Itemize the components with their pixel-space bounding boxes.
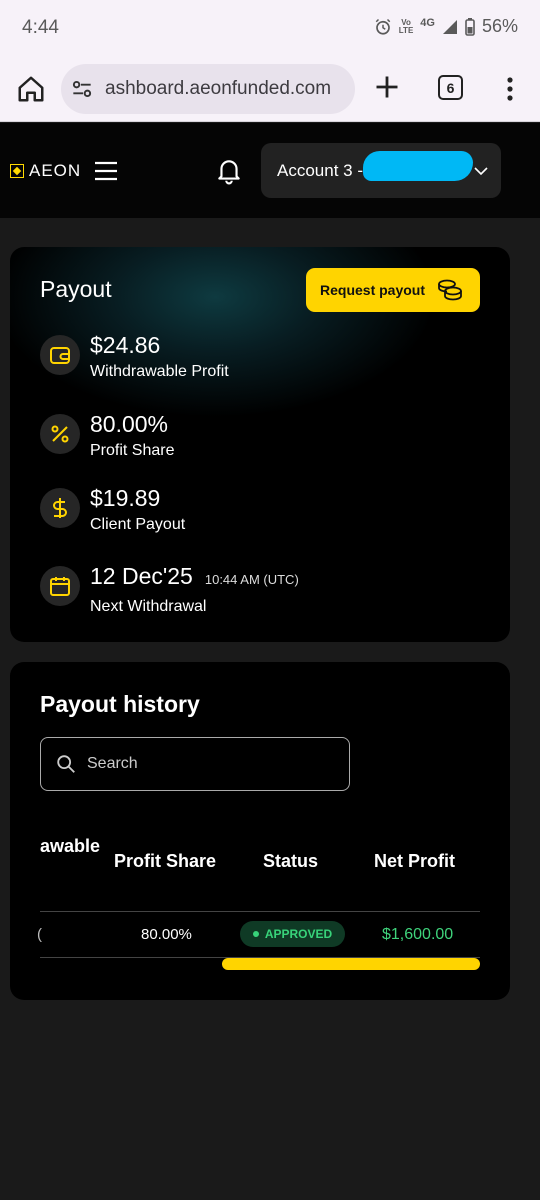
url-text[interactable]: ashboard.aeonfunded.com xyxy=(105,78,331,100)
request-payout-label: Request payout xyxy=(320,282,426,298)
more-options-icon[interactable] xyxy=(500,75,520,103)
stat-label: Withdrawable Profit xyxy=(90,363,229,380)
hamburger-menu-icon[interactable] xyxy=(94,161,118,181)
tab-switcher-button[interactable]: 6 xyxy=(438,75,463,100)
stat-client-payout: $19.89 Client Payout xyxy=(40,484,185,536)
status-badge: APPROVED xyxy=(240,921,345,947)
search-field[interactable] xyxy=(40,737,350,791)
payout-title: Payout xyxy=(40,276,112,302)
battery-icon xyxy=(465,17,475,36)
calendar-icon xyxy=(50,577,70,596)
stat-withdrawable-profit: $24.86 Withdrawable Profit xyxy=(40,331,229,383)
redaction-mark xyxy=(363,151,473,181)
cell-net-profit: $1,600.00 xyxy=(382,926,454,943)
payout-history-card: Payout history awable Profit Share Statu… xyxy=(10,662,510,1000)
stat-label: Client Payout xyxy=(90,516,186,533)
stat-label: Profit Share xyxy=(90,442,175,459)
stat-value: 12 Dec'25 xyxy=(90,563,193,589)
header-divider xyxy=(40,911,480,912)
stat-value: $19.89 xyxy=(90,485,161,511)
wallet-icon xyxy=(50,347,70,364)
volte-indicator: Vo LTE xyxy=(398,17,414,35)
signal-icon xyxy=(442,19,457,34)
percent-icon xyxy=(51,425,69,443)
cell-profit-share: 80.00% xyxy=(141,926,192,943)
stat-value: 80.00% xyxy=(90,411,169,437)
aeon-logo[interactable]: AEON xyxy=(10,161,81,181)
status-bar: 4:44 Vo LTE 4G 56% xyxy=(0,0,540,56)
battery-level: 56% xyxy=(481,16,518,36)
notification-bell-icon[interactable] xyxy=(216,157,242,185)
browser-toolbar: ashboard.aeonfunded.com 6 xyxy=(0,56,540,122)
address-bar[interactable]: ashboard.aeonfunded.com xyxy=(61,64,355,114)
alarm-icon xyxy=(375,18,391,35)
coins-icon xyxy=(438,279,462,301)
account-selector[interactable]: Account 3 - D# xyxy=(261,143,501,198)
dollar-icon xyxy=(53,498,67,518)
new-tab-icon[interactable] xyxy=(373,73,401,101)
logo-mark-icon xyxy=(10,164,24,178)
payout-card: Payout Request payout $24.86 Withdrawabl… xyxy=(10,247,510,642)
column-header-status[interactable]: Status xyxy=(263,851,318,872)
status-dot-icon xyxy=(252,931,259,937)
column-header-withdrawable[interactable]: awable xyxy=(40,836,100,857)
search-icon xyxy=(57,755,75,773)
logo-text: AEON xyxy=(29,161,82,180)
chevron-down-icon xyxy=(474,167,488,176)
home-icon[interactable] xyxy=(16,74,46,104)
stat-label: Next Withdrawal xyxy=(90,598,207,615)
payout-history-title: Payout history xyxy=(40,691,200,717)
column-header-profit-share[interactable]: Profit Share xyxy=(114,851,216,872)
clock: 4:44 xyxy=(22,17,59,38)
stat-next-withdrawal: 12 Dec'25 10:44 AM (UTC) Next Withdrawal xyxy=(40,562,299,618)
app-header: AEON Account 3 - D# xyxy=(0,123,540,218)
cell-withdrawable: ( xyxy=(37,926,42,943)
site-settings-icon[interactable] xyxy=(69,76,95,102)
column-header-net-profit[interactable]: Net Profit xyxy=(374,851,455,872)
request-payout-button[interactable]: Request payout xyxy=(306,268,480,312)
search-input[interactable] xyxy=(87,755,327,773)
network-type: 4G xyxy=(420,16,435,29)
status-text: APPROVED xyxy=(264,927,333,941)
stat-value: $24.86 xyxy=(90,332,161,358)
withdrawal-time: 10:44 AM (UTC) xyxy=(204,572,299,587)
stat-profit-share: 80.00% Profit Share xyxy=(40,410,174,462)
horizontal-scrollbar[interactable] xyxy=(222,958,480,970)
